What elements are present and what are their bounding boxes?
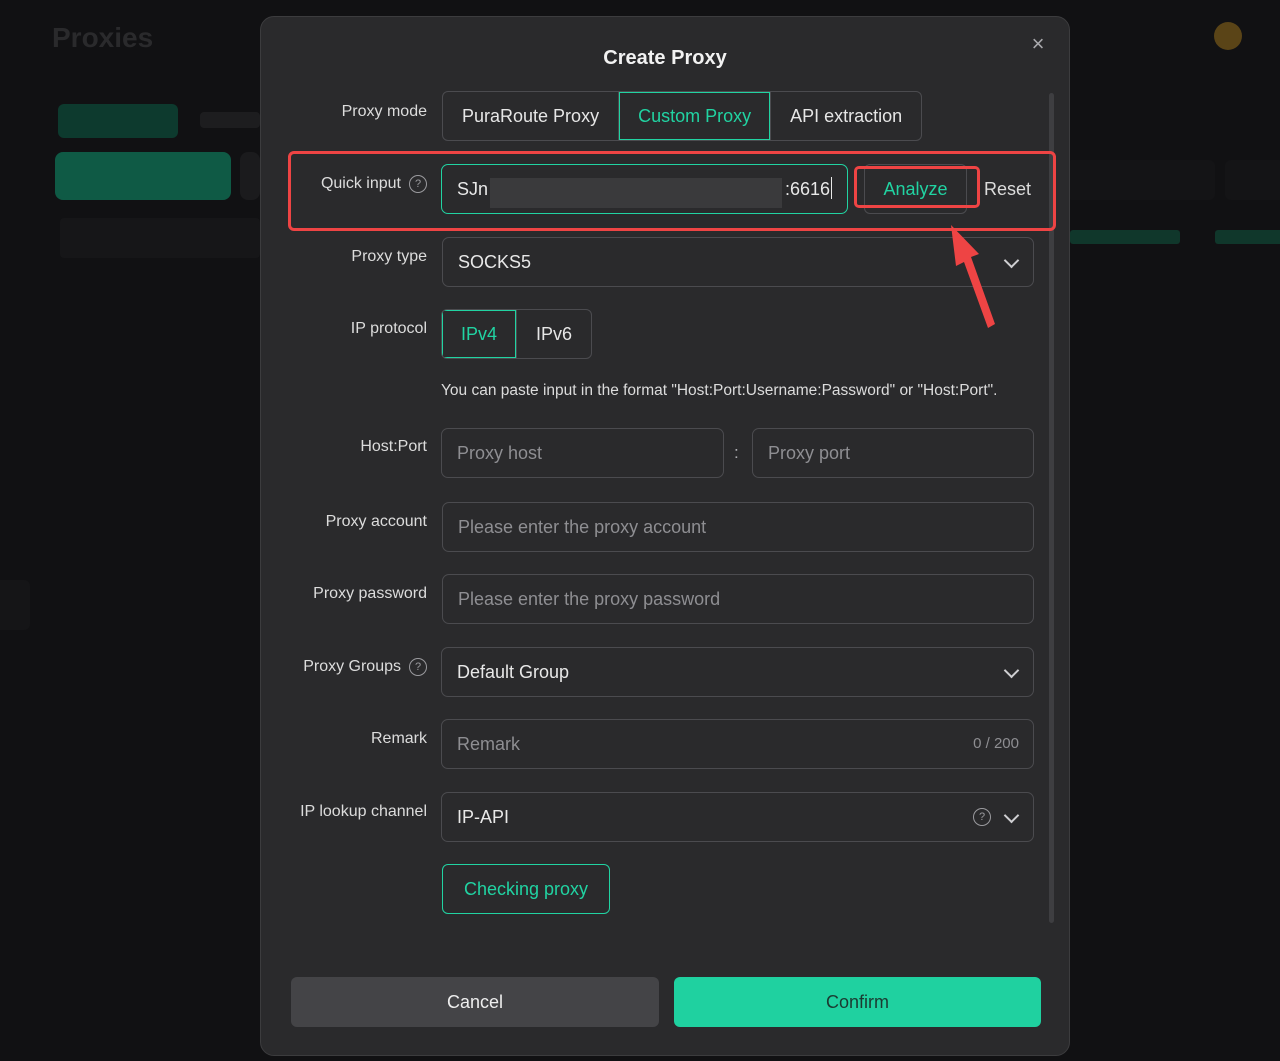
background-column-header (1070, 230, 1180, 244)
proxy-mode-selector: PuraRoute Proxy Custom Proxy API extract… (442, 91, 923, 141)
proxy-mode-custom[interactable]: Custom Proxy (619, 92, 772, 140)
proxy-account-input[interactable]: Please enter the proxy account (442, 502, 1034, 552)
help-icon[interactable]: ? (973, 808, 991, 826)
proxy-groups-value: Default Group (457, 662, 570, 682)
background-table-header (60, 218, 260, 258)
reset-button[interactable]: Reset (984, 179, 1031, 200)
proxy-account-label: Proxy account (325, 513, 427, 530)
check-proxy-button[interactable]: Checking proxy (442, 864, 610, 914)
help-icon[interactable]: ? (409, 658, 427, 676)
format-hint: You can paste input in the format "Host:… (441, 382, 998, 399)
background-tab (58, 104, 178, 138)
background-button-2 (240, 152, 260, 200)
ip-protocol-ipv6[interactable]: IPv6 (517, 310, 591, 358)
host-port-separator: : (734, 443, 739, 462)
background-page-title: Proxies (52, 22, 154, 53)
background-create-button (55, 152, 231, 200)
remark-label: Remark (370, 730, 427, 747)
proxy-groups-select[interactable]: Default Group (441, 647, 1034, 697)
proxy-type-value: SOCKS5 (458, 252, 532, 272)
proxy-mode-api-extraction[interactable]: API extraction (771, 92, 921, 140)
proxy-host-input[interactable]: Proxy host (441, 428, 724, 478)
analyze-button[interactable]: Analyze (864, 164, 967, 214)
cancel-button[interactable]: Cancel (291, 977, 659, 1027)
quick-input-label: Quick input? (261, 175, 427, 193)
dialog-title: Create Proxy (603, 47, 727, 69)
quick-input-value-end: :6616 (784, 177, 832, 199)
background-avatar (1214, 22, 1242, 50)
proxy-groups-label: Proxy Groups? (261, 658, 427, 676)
quick-input-value-start: SJn (457, 179, 489, 199)
proxy-password-input[interactable]: Please enter the proxy password (442, 574, 1034, 624)
ip-protocol-label: IP protocol (350, 320, 427, 337)
proxy-mode-label: Proxy mode (341, 103, 427, 120)
chevron-down-icon (1003, 807, 1020, 824)
remark-counter: 0 / 200 (973, 735, 1019, 752)
confirm-button[interactable]: Confirm (674, 977, 1041, 1027)
annotation-arrow-icon (951, 225, 995, 328)
help-icon[interactable]: ? (409, 175, 427, 193)
remark-input[interactable]: Remark 0 / 200 (441, 719, 1034, 769)
proxy-port-input[interactable]: Proxy port (752, 428, 1034, 478)
ip-protocol-selector: IPv4 IPv6 (441, 309, 593, 359)
create-proxy-dialog: Create Proxy × Proxy mode PuraRoute Prox… (260, 16, 1070, 1056)
quick-input-label-text: Quick input (320, 175, 401, 192)
ip-lookup-value: IP-API (457, 807, 510, 827)
background-filter (1225, 160, 1280, 200)
background-sidebar-toggle (0, 580, 30, 630)
ip-protocol-ipv4[interactable]: IPv4 (442, 310, 518, 358)
chevron-down-icon (1003, 662, 1020, 679)
proxy-groups-label-text: Proxy Groups (303, 658, 401, 675)
background-column-header-2 (1215, 230, 1280, 244)
host-port-label: Host:Port (360, 438, 427, 455)
ip-lookup-label: IP lookup channel (300, 803, 427, 820)
dialog-scrollbar[interactable] (1049, 93, 1054, 923)
remark-placeholder: Remark (457, 734, 521, 754)
proxy-type-label: Proxy type (351, 248, 427, 265)
background-tab-2 (200, 112, 260, 128)
proxy-password-label: Proxy password (313, 585, 427, 602)
close-icon[interactable]: × (1029, 33, 1047, 55)
proxy-mode-puraroute[interactable]: PuraRoute Proxy (443, 92, 620, 140)
ip-lookup-select[interactable]: IP-API ? (441, 792, 1034, 842)
background-search (1065, 160, 1215, 200)
redacted-value (490, 178, 782, 208)
